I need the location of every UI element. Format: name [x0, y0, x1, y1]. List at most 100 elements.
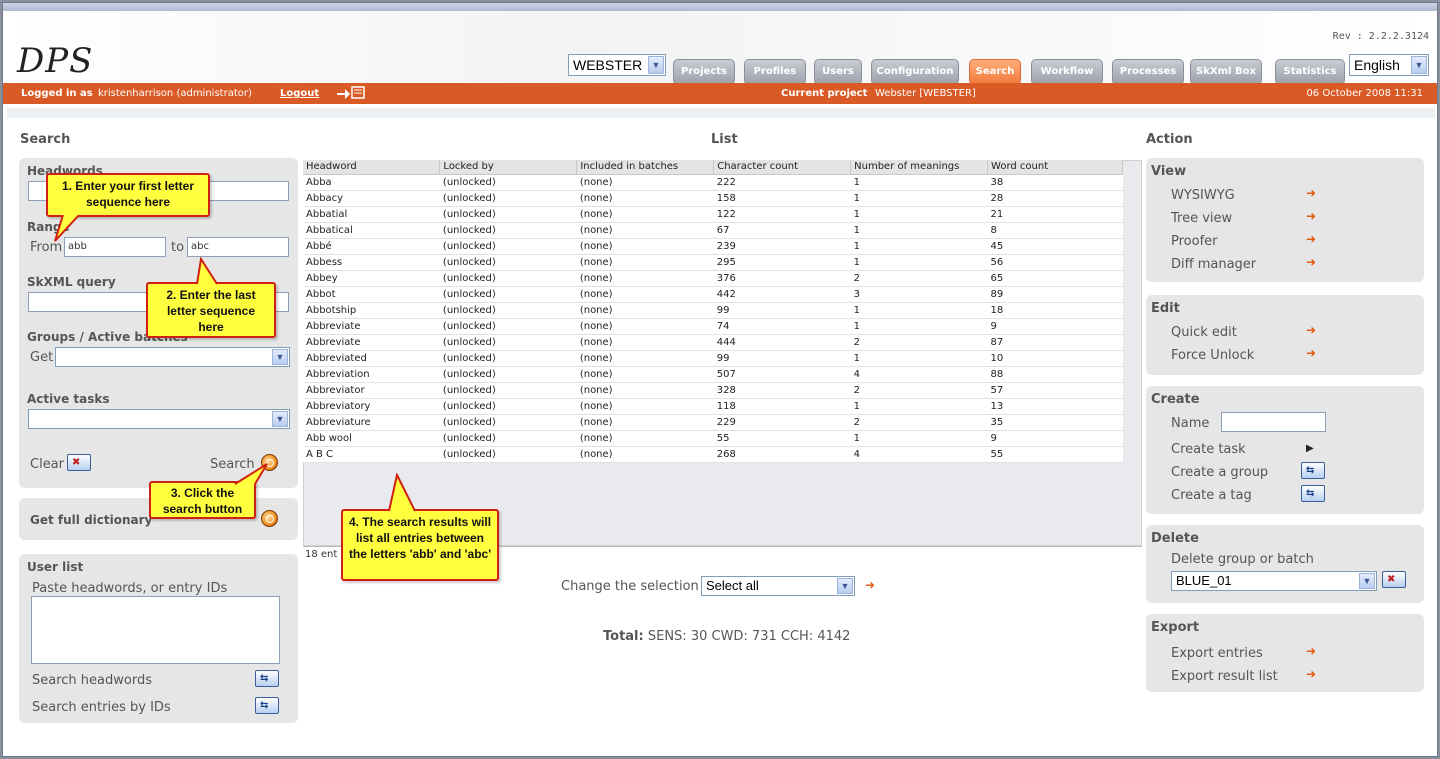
table-cell: 376: [713, 270, 851, 287]
create-task-play-icon[interactable]: ▶: [1306, 443, 1314, 454]
range-to-input[interactable]: abc: [187, 237, 289, 257]
table-cell: (none): [576, 286, 714, 303]
nav-users[interactable]: Users: [814, 59, 862, 85]
groups-select[interactable]: ▼: [55, 347, 290, 367]
table-cell: (unlocked): [439, 398, 577, 415]
table-cell: 10: [987, 350, 1123, 367]
table-row[interactable]: Abbreviation (unlocked) (none) 507 4 88: [303, 366, 1123, 383]
search-headwords-button[interactable]: ⇆: [255, 670, 279, 687]
selection-select[interactable]: Select all ▼: [701, 576, 855, 596]
search-ids-button[interactable]: ⇆: [255, 697, 279, 714]
table-cell: 1: [850, 398, 988, 415]
nav-projects[interactable]: Projects: [673, 59, 735, 85]
table-cell: (unlocked): [439, 334, 577, 351]
table-row[interactable]: Abba (unlocked) (none) 222 1 38: [303, 174, 1123, 191]
table-cell: 65: [987, 270, 1123, 287]
table-cell: 55: [713, 430, 851, 447]
table-row[interactable]: Abbot (unlocked) (none) 442 3 89: [303, 286, 1123, 303]
nav-processes[interactable]: Processes: [1112, 59, 1184, 85]
table-row[interactable]: Abbreviature (unlocked) (none) 229 2 35: [303, 414, 1123, 431]
create-group-button[interactable]: ⇆: [1301, 462, 1325, 479]
language-select[interactable]: English ▼: [1349, 54, 1429, 76]
nav-workflow[interactable]: Workflow: [1031, 59, 1103, 85]
nav-configuration[interactable]: Configuration: [871, 59, 959, 85]
current-project-label: Current project: [781, 88, 868, 99]
table-cell: 2: [850, 414, 988, 431]
callout-4-pointer: [388, 473, 416, 512]
table-row[interactable]: Abbreviated (unlocked) (none) 99 1 10: [303, 350, 1123, 367]
create-task-label: Create task: [1171, 442, 1246, 457]
export-window-icon[interactable]: [335, 85, 367, 100]
create-panel: Create Name Create task ▶ Create a group…: [1146, 386, 1424, 514]
export-entries-arrow-icon[interactable]: ➜: [1306, 645, 1318, 657]
column-header[interactable]: Locked by: [439, 160, 578, 175]
full-dictionary-search-icon[interactable]: [261, 510, 278, 527]
arrow-right-icon[interactable]: ➜: [1306, 256, 1318, 268]
arrow-right-icon[interactable]: ➜: [1306, 233, 1318, 245]
create-name-input[interactable]: [1221, 412, 1326, 432]
table-cell: 239: [713, 238, 851, 255]
table-row[interactable]: Abbatial (unlocked) (none) 122 1 21: [303, 206, 1123, 223]
arrow-right-icon[interactable]: ➜: [1306, 187, 1318, 199]
nav-skxml-box[interactable]: SkXml Box: [1190, 59, 1262, 85]
table-cell: (unlocked): [439, 318, 577, 335]
table-cell: (unlocked): [439, 430, 577, 447]
column-header[interactable]: Character count: [713, 160, 852, 175]
view-title: View: [1151, 164, 1187, 179]
table-cell: A B C: [303, 446, 440, 463]
table-row[interactable]: Abb wool (unlocked) (none) 55 1 9: [303, 430, 1123, 447]
edit-item-quick-edit: Quick edit: [1171, 325, 1237, 340]
column-header[interactable]: Included in batches: [576, 160, 715, 175]
delete-button[interactable]: ✖: [1382, 571, 1406, 588]
arrow-right-icon[interactable]: ➜: [1306, 210, 1318, 222]
table-cell: Abbey: [303, 270, 440, 287]
get-label: Get: [30, 350, 54, 365]
table-row[interactable]: Abbatical (unlocked) (none) 67 1 8: [303, 222, 1123, 239]
table-row[interactable]: Abbey (unlocked) (none) 376 2 65: [303, 270, 1123, 287]
table-cell: 87: [987, 334, 1123, 351]
logout-link[interactable]: Logout: [280, 83, 319, 104]
clear-button[interactable]: ✖: [67, 454, 91, 471]
table-cell: (none): [576, 366, 714, 383]
paste-label: Paste headwords, or entry IDs: [32, 581, 228, 596]
table-cell: Abb wool: [303, 430, 440, 447]
table-row[interactable]: Abbreviate (unlocked) (none) 74 1 9: [303, 318, 1123, 335]
table-cell: 13: [987, 398, 1123, 415]
active-tasks-select[interactable]: ▼: [28, 409, 290, 429]
table-row[interactable]: Abbotship (unlocked) (none) 99 1 18: [303, 302, 1123, 319]
create-tag-label: Create a tag: [1171, 488, 1252, 503]
nav-profiles[interactable]: Profiles: [744, 59, 806, 85]
table-row[interactable]: Abbreviator (unlocked) (none) 328 2 57: [303, 382, 1123, 399]
table-cell: (unlocked): [439, 270, 577, 287]
view-item-diff-manager: Diff manager: [1171, 257, 1257, 272]
arrow-right-icon[interactable]: ➜: [1306, 347, 1318, 359]
table-cell: (none): [576, 350, 714, 367]
view-item-wysiwyg: WYSIWYG: [1171, 188, 1235, 203]
column-header[interactable]: Headword: [303, 160, 441, 175]
nav-search[interactable]: Search: [969, 59, 1021, 85]
apply-selection-arrow-icon[interactable]: ➜: [865, 579, 877, 591]
column-header[interactable]: Word count: [987, 160, 1123, 175]
table-cell: 4: [850, 446, 988, 463]
create-group-label: Create a group: [1171, 465, 1269, 480]
table-cell: (none): [576, 238, 714, 255]
table-cell: 89: [987, 286, 1123, 303]
table-row[interactable]: A B C (unlocked) (none) 268 4 55: [303, 446, 1123, 463]
delete-select[interactable]: BLUE_01 ▼: [1171, 571, 1377, 591]
table-row[interactable]: Abbreviate (unlocked) (none) 444 2 87: [303, 334, 1123, 351]
column-header[interactable]: Number of meanings: [850, 160, 989, 175]
search-ids-label: Search entries by IDs: [32, 700, 171, 715]
table-row[interactable]: Abbreviatory (unlocked) (none) 118 1 13: [303, 398, 1123, 415]
user-list-textarea[interactable]: [31, 596, 280, 664]
arrow-right-icon[interactable]: ➜: [1306, 324, 1318, 336]
delete-panel: Delete Delete group or batch BLUE_01 ▼ ✖: [1146, 525, 1424, 603]
nav-statistics[interactable]: Statistics: [1275, 59, 1345, 85]
search-section-title: Search: [20, 132, 71, 147]
export-result-arrow-icon[interactable]: ➜: [1306, 668, 1318, 680]
create-tag-button[interactable]: ⇆: [1301, 485, 1325, 502]
table-row[interactable]: Abbess (unlocked) (none) 295 1 56: [303, 254, 1123, 271]
table-row[interactable]: Abbacy (unlocked) (none) 158 1 28: [303, 190, 1123, 207]
table-row[interactable]: Abbé (unlocked) (none) 239 1 45: [303, 238, 1123, 255]
chevron-down-icon: ▼: [272, 349, 288, 365]
project-select[interactable]: WEBSTER ▼: [568, 54, 666, 76]
